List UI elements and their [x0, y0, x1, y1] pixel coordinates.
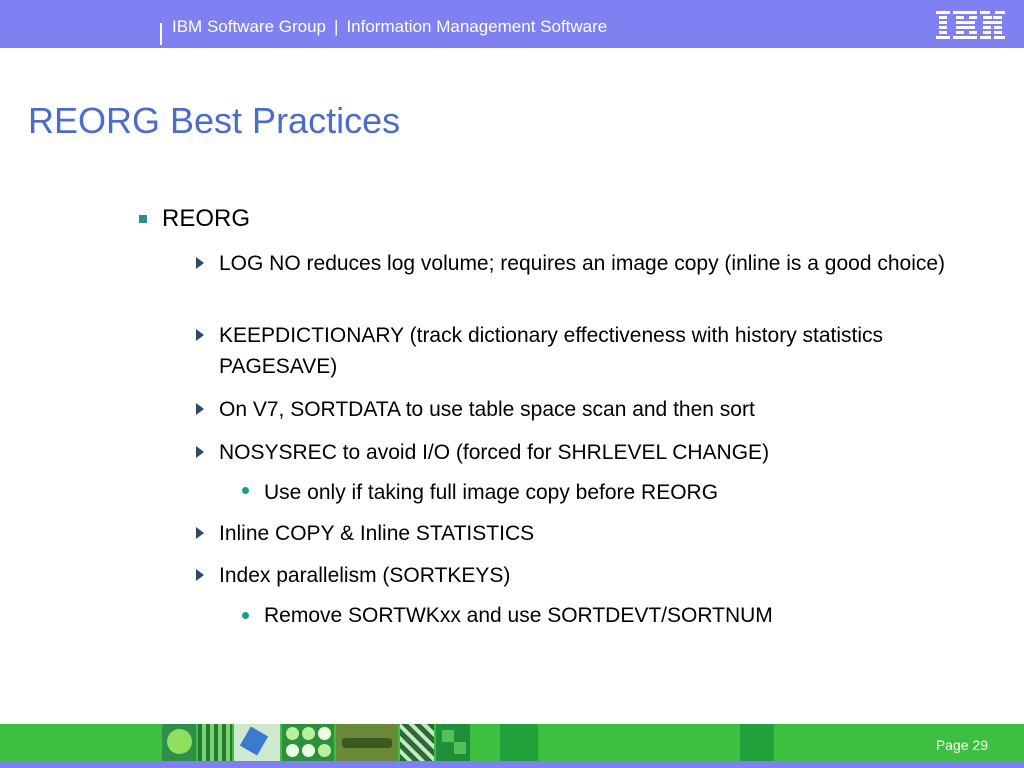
triangle-bullet-icon — [196, 403, 204, 415]
header-separator: | — [334, 17, 339, 36]
footer-tile — [336, 724, 398, 761]
header-text: IBM Software Group | Information Managemen… — [172, 17, 607, 37]
header-group: IBM Software Group — [172, 17, 327, 36]
bullet-keepdictionary: KEEPDICTIONARY (track dictionary effecti… — [219, 324, 884, 378]
footer-strip — [0, 761, 1024, 768]
square-bullet-icon — [139, 215, 147, 223]
header-divider — [160, 23, 162, 45]
footer-tile — [500, 724, 538, 761]
footer-tile — [740, 724, 774, 761]
triangle-bullet-icon — [196, 257, 204, 269]
sub-bullet-nosysrec: Use only if taking full image copy befor… — [264, 481, 719, 504]
bullet-index-parallelism: Index parallelism (SORTKEYS) — [219, 564, 511, 587]
footer-tile — [400, 724, 434, 761]
header-bar: IBM Software Group | Information Managemen… — [0, 0, 1024, 48]
page-number: Page 29 — [935, 737, 988, 753]
footer-bar: Page 29 — [0, 724, 1024, 768]
bullet-sortdata: On V7, SORTDATA to use table space scan … — [219, 398, 755, 421]
dot-bullet-icon — [242, 612, 249, 619]
footer-tile — [282, 724, 334, 761]
bullet-nosysrec: NOSYSREC to avoid I/O (forced for SHRLEV… — [219, 441, 770, 464]
footer-tile — [198, 724, 232, 761]
triangle-bullet-icon — [196, 446, 204, 458]
bullet-inline-copy: Inline COPY & Inline STATISTICS — [219, 522, 535, 545]
bullet-log-no: LOG NO reduces log volume; requires an i… — [219, 252, 946, 275]
sub-bullet-sortwk: Remove SORTWKxx and use SORTDEVT/SORTNUM — [264, 604, 773, 627]
footer-tile — [162, 724, 196, 761]
bullet-reorg: REORG — [162, 205, 251, 232]
triangle-bullet-icon — [196, 569, 204, 581]
header-division: Information Management Software — [346, 17, 608, 36]
dot-bullet-icon — [242, 487, 249, 494]
footer-tile — [436, 724, 470, 761]
triangle-bullet-icon — [196, 527, 204, 539]
triangle-bullet-icon — [196, 329, 204, 341]
footer-tile — [234, 724, 280, 761]
ibm-logo — [936, 11, 1005, 39]
slide-title: REORG Best Practices — [28, 100, 401, 141]
